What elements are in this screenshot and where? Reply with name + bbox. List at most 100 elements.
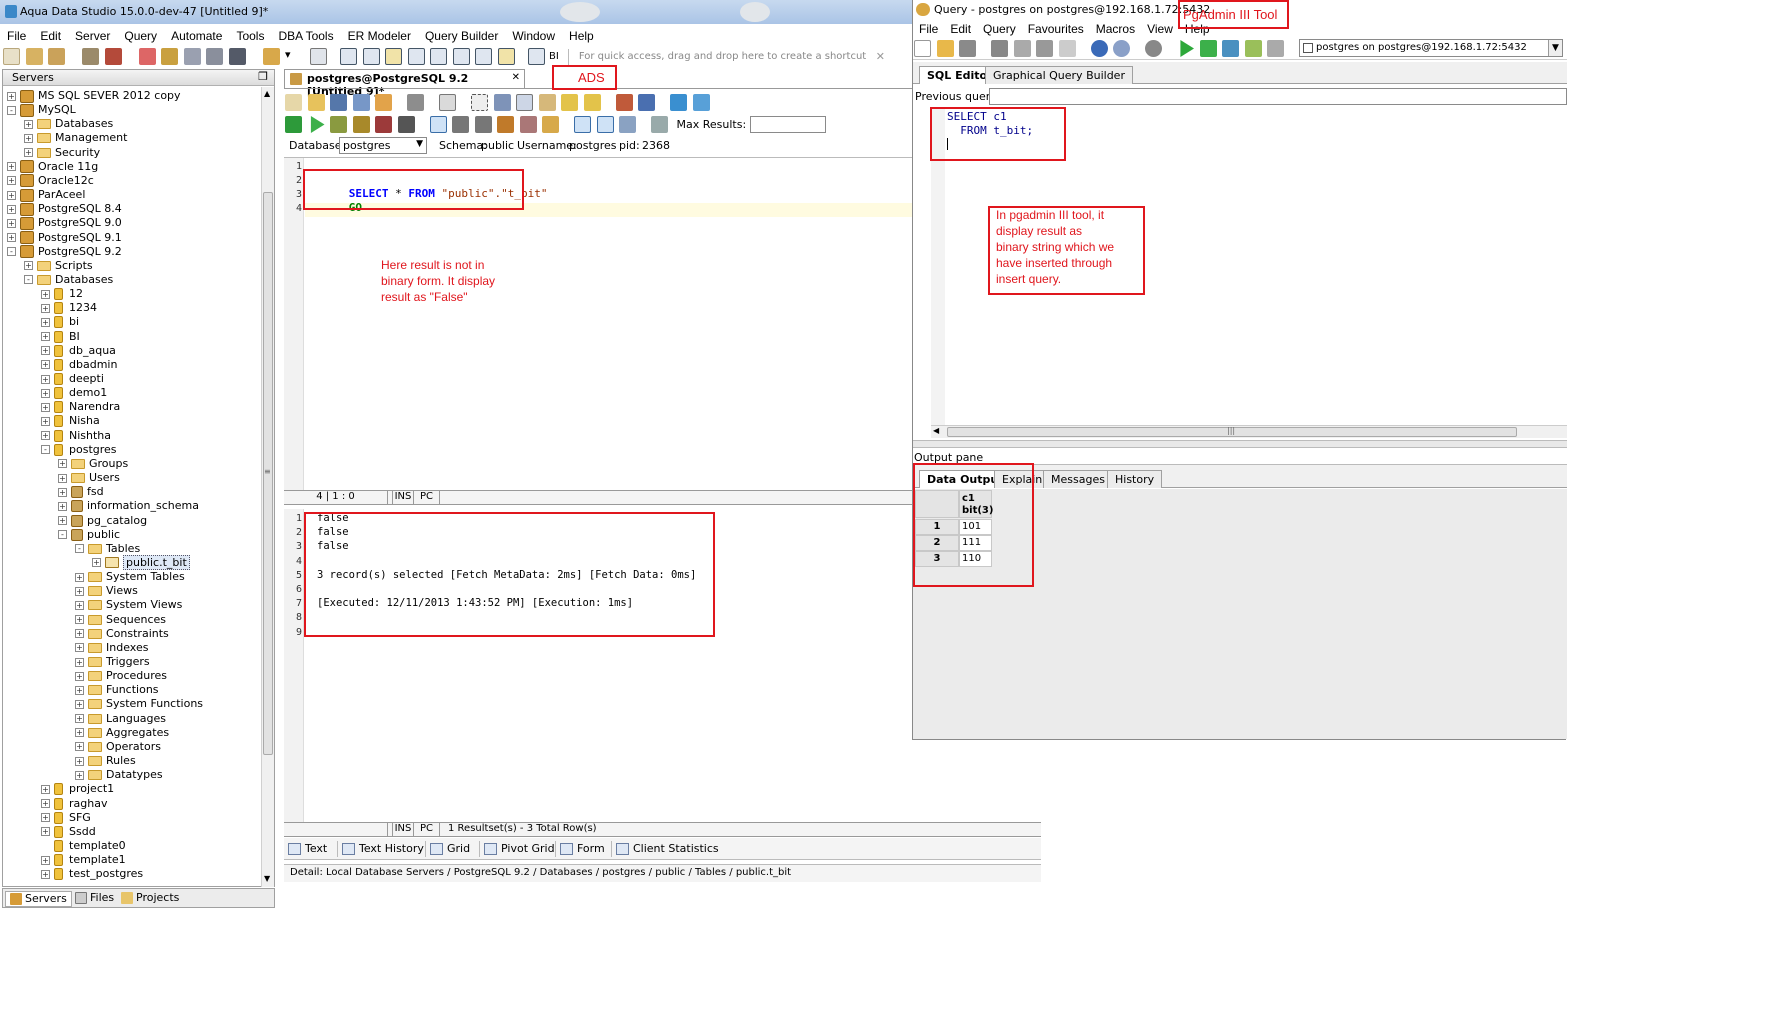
execute-pgscript-icon[interactable]: [1199, 40, 1217, 57]
new-file-icon[interactable]: [285, 94, 302, 111]
expand-icon[interactable]: +: [75, 586, 84, 596]
layout-icon[interactable]: [310, 48, 327, 65]
expand-icon[interactable]: +: [7, 91, 16, 101]
monitor-icon[interactable]: [228, 48, 246, 65]
expand-icon[interactable]: +: [41, 813, 50, 823]
server-connect-icon[interactable]: [82, 48, 99, 65]
results-split-icon[interactable]: [619, 116, 636, 133]
expand-icon[interactable]: +: [75, 685, 84, 695]
rollback-icon[interactable]: [474, 116, 492, 133]
paste-icon[interactable]: [1036, 40, 1053, 57]
result-tab-client-statistics[interactable]: Client Statistics: [616, 839, 719, 859]
tree-scrollbar[interactable]: ▲ ≡ ▼: [261, 87, 274, 887]
table-icon[interactable]: [138, 48, 156, 65]
database-select[interactable]: postgres ▼: [339, 137, 427, 154]
expand-icon[interactable]: +: [41, 289, 50, 299]
results-text-icon[interactable]: [574, 116, 591, 133]
save-icon[interactable]: [959, 40, 976, 57]
copy-icon[interactable]: [516, 94, 533, 111]
expand-icon[interactable]: +: [92, 558, 101, 568]
expand-icon[interactable]: +: [75, 756, 84, 766]
autocommit-icon[interactable]: [429, 116, 447, 133]
tab-history[interactable]: History: [1107, 470, 1163, 488]
result-tab-pivot-grid[interactable]: Pivot Grid: [484, 839, 555, 859]
expand-icon[interactable]: +: [41, 869, 50, 879]
expand-icon[interactable]: +: [24, 133, 33, 143]
scroll-left-icon[interactable]: ◀: [933, 426, 939, 435]
format-icon[interactable]: [670, 94, 687, 111]
commit-icon[interactable]: [452, 116, 469, 133]
expand-icon[interactable]: +: [7, 190, 16, 200]
window-tile-icon[interactable]: [430, 48, 447, 65]
menu-query[interactable]: Query: [117, 27, 164, 45]
connection-checkbox[interactable]: [1303, 43, 1313, 53]
copy-icon[interactable]: [1013, 40, 1031, 57]
compare-icon[interactable]: [206, 48, 223, 65]
menu-tools[interactable]: Tools: [229, 27, 271, 45]
collapse-icon[interactable]: -: [41, 445, 50, 455]
script-icon[interactable]: [375, 116, 392, 133]
bi-icon[interactable]: [527, 48, 545, 65]
expand-icon[interactable]: +: [7, 233, 16, 242]
expand-icon[interactable]: +: [41, 346, 50, 356]
expand-icon[interactable]: +: [75, 572, 84, 582]
replace-icon[interactable]: [638, 94, 655, 111]
editor-tab[interactable]: postgres@PostgreSQL 9.2 [Untitled 9]* ✕: [284, 69, 525, 98]
expand-icon[interactable]: +: [41, 317, 50, 327]
stop-icon[interactable]: [397, 116, 415, 133]
expand-icon[interactable]: +: [58, 487, 67, 497]
expand-icon[interactable]: +: [58, 516, 67, 525]
expand-icon[interactable]: +: [41, 388, 50, 398]
servers-tab[interactable]: Servers: [5, 891, 72, 907]
expand-icon[interactable]: +: [75, 657, 84, 667]
menu-file[interactable]: File: [0, 27, 33, 45]
params-icon[interactable]: [519, 116, 537, 133]
expand-icon[interactable]: +: [41, 431, 50, 441]
expand-icon[interactable]: +: [41, 360, 50, 370]
splitter[interactable]: [913, 440, 1567, 448]
execute-selection-icon[interactable]: [330, 116, 347, 133]
files-tab[interactable]: Files: [71, 891, 118, 907]
expand-icon[interactable]: +: [41, 855, 50, 865]
window-tile-icon[interactable]: [407, 48, 425, 65]
bookmark-icon[interactable]: [497, 116, 514, 133]
history-icon[interactable]: [542, 116, 559, 133]
collapse-icon[interactable]: -: [24, 275, 33, 285]
tree-item[interactable]: + test_postgres: [41, 866, 143, 882]
execute-icon[interactable]: [1180, 40, 1194, 57]
expand-icon[interactable]: +: [7, 176, 16, 186]
expand-icon[interactable]: +: [41, 402, 50, 412]
expand-icon[interactable]: +: [7, 204, 16, 214]
expand-icon[interactable]: +: [75, 699, 84, 709]
expand-icon[interactable]: +: [75, 615, 84, 625]
redo-icon[interactable]: [1113, 40, 1130, 57]
cut-icon[interactable]: [991, 40, 1008, 57]
options-icon[interactable]: [651, 116, 668, 133]
window-tile-icon[interactable]: [385, 48, 402, 65]
expand-icon[interactable]: +: [41, 416, 50, 426]
dropdown-icon[interactable]: ▾: [285, 48, 293, 65]
find-icon[interactable]: [615, 94, 633, 111]
maximize-icon[interactable]: ❐: [258, 70, 268, 83]
connection-select[interactable]: postgres on postgres@192.168.1.72:5432 ▼: [1299, 39, 1563, 57]
window-tile-icon[interactable]: [497, 48, 515, 65]
menu-help[interactable]: Help: [562, 27, 601, 45]
save-all-icon[interactable]: [352, 94, 370, 111]
find-icon[interactable]: [1145, 40, 1162, 57]
compare-sql-icon[interactable]: [692, 94, 710, 111]
redo-icon[interactable]: [583, 94, 601, 111]
schema-icon[interactable]: [183, 48, 201, 65]
expand-icon[interactable]: +: [24, 119, 33, 129]
execute-to-file-icon[interactable]: [1222, 40, 1239, 57]
undo-icon[interactable]: [1090, 40, 1108, 57]
collapse-icon[interactable]: -: [75, 544, 84, 554]
save-icon[interactable]: [330, 94, 347, 111]
pg-menu-edit[interactable]: Edit: [944, 20, 977, 38]
expand-icon[interactable]: +: [41, 303, 50, 313]
window-tile-icon[interactable]: [452, 48, 470, 65]
expand-icon[interactable]: +: [75, 600, 84, 610]
menu-automate[interactable]: Automate: [164, 27, 229, 45]
collapse-icon[interactable]: -: [7, 105, 16, 115]
grid-icon[interactable]: [161, 48, 178, 65]
pg-menu-file[interactable]: File: [913, 20, 944, 38]
